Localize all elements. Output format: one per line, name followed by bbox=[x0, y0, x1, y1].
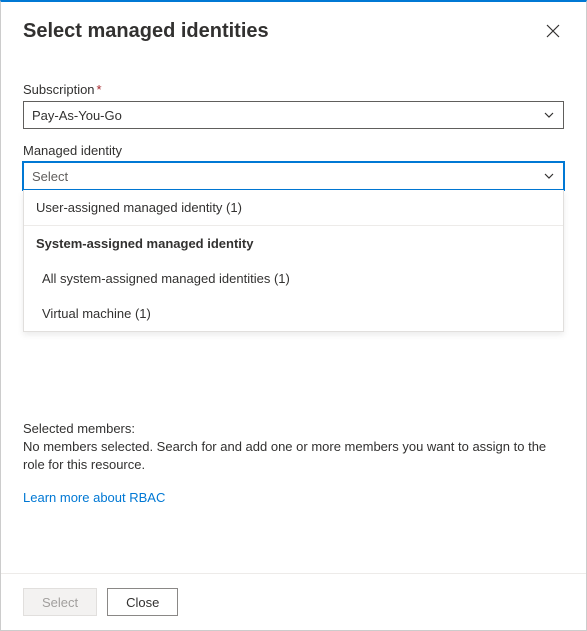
managed-identity-label: Managed identity bbox=[23, 143, 564, 158]
close-icon[interactable] bbox=[542, 20, 564, 46]
dropdown-option-all-system[interactable]: All system-assigned managed identities (… bbox=[24, 261, 563, 296]
selected-members-label: Selected members: bbox=[23, 421, 564, 436]
close-button[interactable]: Close bbox=[107, 588, 178, 616]
managed-identity-select[interactable]: Select bbox=[23, 162, 564, 190]
panel-title: Select managed identities bbox=[23, 20, 269, 43]
subscription-value: Pay-As-You-Go bbox=[32, 108, 122, 123]
subscription-select[interactable]: Pay-As-You-Go bbox=[23, 101, 564, 129]
chevron-down-icon bbox=[543, 170, 555, 182]
subscription-label: Subscription* bbox=[23, 82, 564, 97]
dropdown-option-vm[interactable]: Virtual machine (1) bbox=[24, 296, 563, 331]
managed-identity-placeholder: Select bbox=[32, 169, 68, 184]
dropdown-group-header-system: System-assigned managed identity bbox=[24, 225, 563, 261]
dropdown-option-user-assigned[interactable]: User-assigned managed identity (1) bbox=[24, 190, 563, 225]
chevron-down-icon bbox=[543, 109, 555, 121]
required-star-icon: * bbox=[97, 82, 102, 97]
managed-identity-dropdown: User-assigned managed identity (1) Syste… bbox=[23, 190, 564, 332]
selected-members-message: No members selected. Search for and add … bbox=[23, 438, 564, 474]
subscription-label-text: Subscription bbox=[23, 82, 95, 97]
learn-more-link[interactable]: Learn more about RBAC bbox=[23, 490, 165, 505]
footer: Select Close bbox=[1, 573, 586, 630]
select-button: Select bbox=[23, 588, 97, 616]
